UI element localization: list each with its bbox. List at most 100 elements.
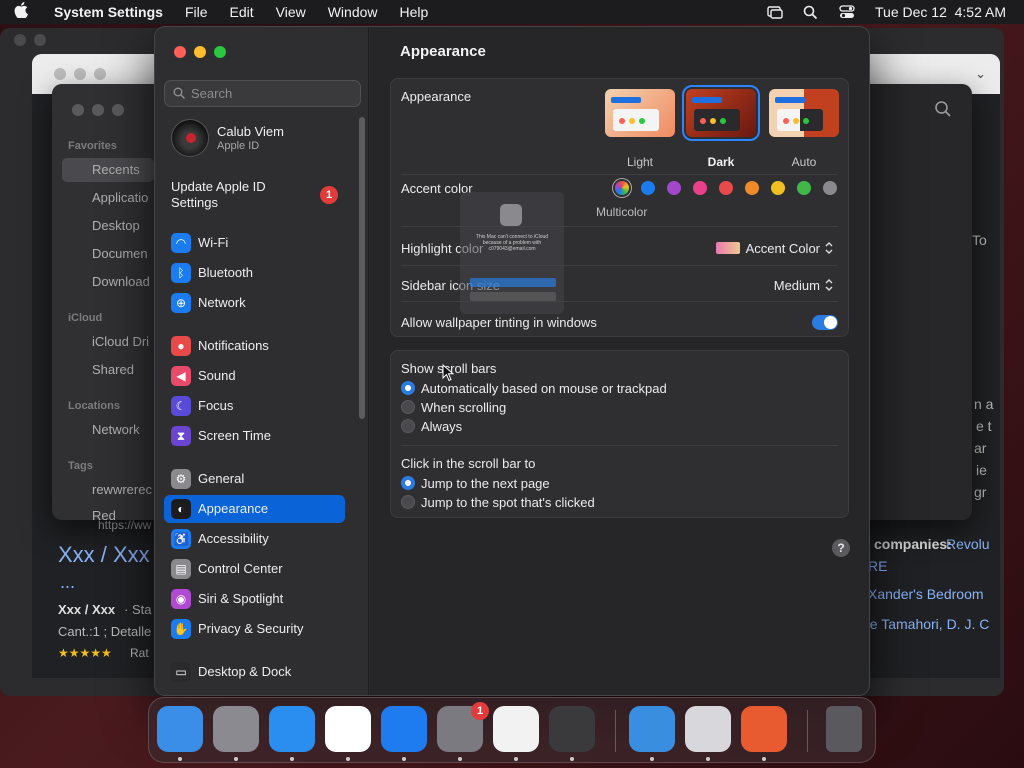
click-option-spot-label[interactable]: Jump to the spot that's clicked bbox=[421, 495, 595, 510]
mode-auto-thumb[interactable] bbox=[769, 89, 839, 137]
dock-finder-icon[interactable] bbox=[157, 706, 203, 752]
click-option-next-page-radio[interactable] bbox=[401, 476, 415, 490]
accessibility-icon: ♿ bbox=[171, 529, 191, 549]
dock-chrome-icon[interactable] bbox=[325, 706, 371, 752]
screen-mirroring-icon[interactable] bbox=[767, 5, 783, 19]
dock-running-indicator bbox=[458, 757, 462, 761]
menu-view[interactable]: View bbox=[276, 4, 306, 20]
sidebar-item-screen-time[interactable]: ⧗ Screen Time bbox=[164, 422, 345, 450]
dock-safari-icon[interactable] bbox=[269, 706, 315, 752]
search-icon[interactable] bbox=[934, 100, 952, 123]
click-option-spot-radio[interactable] bbox=[401, 495, 415, 509]
accent-swatch[interactable] bbox=[719, 181, 733, 195]
accent-swatch-multicolor[interactable] bbox=[615, 181, 629, 195]
dock-launchpad-icon[interactable] bbox=[213, 706, 259, 752]
sidebar-item-sound[interactable]: ◀ Sound bbox=[164, 362, 345, 390]
sidebar-item-desktop-dock[interactable]: ▭ Desktop & Dock bbox=[164, 658, 345, 686]
avatar[interactable] bbox=[171, 119, 209, 157]
scroll-option-automatic-label[interactable]: Automatically based on mouse or trackpad bbox=[421, 381, 667, 396]
sidebar-item-focus[interactable]: ☾ Focus bbox=[164, 392, 345, 420]
sidebar-item-control-center[interactable]: ▤ Control Center bbox=[164, 555, 345, 583]
scroll-option-always-label[interactable]: Always bbox=[421, 419, 462, 434]
menu-clock[interactable]: Tue Dec 12 4:52 AM bbox=[875, 4, 1006, 20]
menu-edit[interactable]: Edit bbox=[230, 4, 254, 20]
accent-swatch[interactable] bbox=[641, 181, 655, 195]
finder-tag-item[interactable]: rewwrerec bbox=[92, 482, 152, 497]
siri-spotlight-icon: ◉ bbox=[171, 589, 191, 609]
scroll-option-when-scrolling-label[interactable]: When scrolling bbox=[421, 400, 506, 415]
settings-main-pane: Appearance Appearance Light Dark Auto Ac… bbox=[370, 27, 869, 695]
finder-item-icloud-drive[interactable]: iCloud Dri bbox=[92, 334, 149, 349]
accent-swatch[interactable] bbox=[823, 181, 837, 195]
finder-item-desktop[interactable]: Desktop bbox=[92, 218, 140, 233]
menu-app-name[interactable]: System Settings bbox=[54, 4, 163, 20]
finder-item-applications[interactable]: Applicatio bbox=[92, 190, 148, 205]
sidebar-item-label: General bbox=[198, 471, 245, 486]
click-option-next-page-label[interactable]: Jump to the next page bbox=[421, 476, 550, 491]
chevron-down-icon[interactable]: ⌄ bbox=[975, 66, 986, 82]
finder-item-documents[interactable]: Documen bbox=[92, 246, 148, 261]
sidebar-item-network[interactable]: ⊕ Network bbox=[164, 289, 345, 317]
update-apple-id-item[interactable]: Update Apple ID Settings bbox=[171, 179, 301, 211]
accent-swatch[interactable] bbox=[771, 181, 785, 195]
finder-item-downloads[interactable]: Download bbox=[92, 274, 150, 289]
sidebar-scrollbar[interactable] bbox=[359, 117, 365, 419]
xander-link[interactable]: Xander's Bedroom bbox=[868, 586, 984, 602]
mode-light-thumb[interactable] bbox=[605, 89, 675, 137]
control-center-icon[interactable] bbox=[839, 5, 855, 19]
user-name[interactable]: Calub Viem bbox=[217, 124, 284, 139]
dock-running-indicator bbox=[402, 757, 406, 761]
sidebar-item-label: Accessibility bbox=[198, 531, 269, 546]
accent-swatch[interactable] bbox=[667, 181, 681, 195]
menu-file[interactable]: File bbox=[185, 4, 208, 20]
sidebar-item-notifications[interactable]: ● Notifications bbox=[164, 332, 345, 360]
sidebar-search-input[interactable]: Search bbox=[164, 80, 361, 107]
dock-trash-icon[interactable] bbox=[826, 706, 862, 752]
finder-section-locations: Locations bbox=[68, 400, 120, 412]
sidebar-item-wi-fi[interactable]: ◠ Wi-Fi bbox=[164, 229, 345, 257]
dock-textedit-icon[interactable] bbox=[493, 706, 539, 752]
dock-garageband-icon[interactable] bbox=[549, 706, 595, 752]
control-center-icon: ▤ bbox=[171, 559, 191, 579]
scroll-option-automatic-radio[interactable] bbox=[401, 381, 415, 395]
tamahori-link[interactable]: ee Tamahori, D. J. C bbox=[862, 616, 989, 632]
finder-item-recents[interactable]: Recents bbox=[62, 158, 154, 182]
dock-weather-icon[interactable] bbox=[629, 706, 675, 752]
dock-app-store-icon[interactable] bbox=[381, 706, 427, 752]
finder-item-network[interactable]: Network bbox=[92, 422, 140, 437]
companies-value[interactable]: Revolu bbox=[946, 536, 990, 552]
ghost-dialog-text: This Mac can't connect to iCloud because… bbox=[475, 234, 549, 252]
result-title[interactable]: Xxx / Xxx bbox=[58, 542, 150, 568]
close-button[interactable] bbox=[174, 46, 186, 58]
scroll-option-when-scrolling-radio[interactable] bbox=[401, 400, 415, 414]
sidebar-item-siri-spotlight[interactable]: ◉ Siri & Spotlight bbox=[164, 585, 345, 613]
sidebar-item-accessibility[interactable]: ♿ Accessibility bbox=[164, 525, 345, 553]
sidebar-item-appearance[interactable]: ◐ Appearance bbox=[164, 495, 345, 523]
wallpaper-tinting-toggle[interactable] bbox=[812, 315, 838, 330]
scroll-option-always-radio[interactable] bbox=[401, 419, 415, 433]
zoom-button[interactable] bbox=[214, 46, 226, 58]
companies-more[interactable]: RE bbox=[868, 558, 887, 574]
ghost-dialog-preview: This Mac can't connect to iCloud because… bbox=[460, 192, 564, 314]
menu-help[interactable]: Help bbox=[400, 4, 429, 20]
dock-remote-desktop-icon[interactable] bbox=[741, 706, 787, 752]
highlight-color-popup[interactable]: Accent Color bbox=[715, 241, 834, 256]
sidebar-item-general[interactable]: ⚙ General bbox=[164, 465, 345, 493]
sidebar-item-bluetooth[interactable]: ᛒ Bluetooth bbox=[164, 259, 345, 287]
accent-swatch[interactable] bbox=[693, 181, 707, 195]
accent-swatch[interactable] bbox=[797, 181, 811, 195]
dock-calculator-icon[interactable] bbox=[685, 706, 731, 752]
help-button[interactable]: ? bbox=[832, 539, 850, 557]
finder-tag-item[interactable]: Red bbox=[92, 508, 116, 523]
finder-item-shared[interactable]: Shared bbox=[92, 362, 134, 377]
apple-menu-icon[interactable] bbox=[14, 2, 40, 22]
menu-window[interactable]: Window bbox=[328, 4, 378, 20]
sidebar-icon-size-popup[interactable]: Medium bbox=[774, 278, 834, 293]
privacy-security-icon: ✋ bbox=[171, 619, 191, 639]
menu-bar: System Settings File Edit View Window He… bbox=[0, 0, 1024, 24]
accent-swatch[interactable] bbox=[745, 181, 759, 195]
sidebar-item-privacy-security[interactable]: ✋ Privacy & Security bbox=[164, 615, 345, 643]
spotlight-search-icon[interactable] bbox=[803, 5, 819, 20]
mode-dark-thumb[interactable] bbox=[682, 85, 760, 141]
minimize-button[interactable] bbox=[194, 46, 206, 58]
